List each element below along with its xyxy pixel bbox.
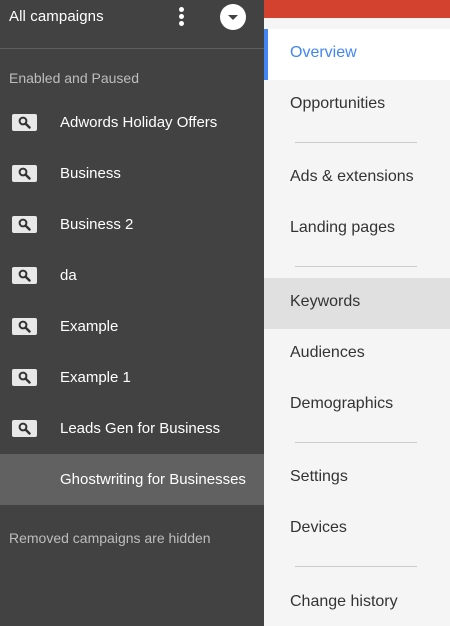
nav-item-label: Ads & extensions: [290, 168, 414, 185]
campaign-name: Ghostwriting for Businesses: [60, 471, 246, 488]
campaign-name: Business: [60, 165, 121, 182]
nav-item-label: Landing pages: [290, 219, 395, 236]
nav-item-overview[interactable]: Overview: [264, 29, 450, 80]
nav-item-ads-extensions[interactable]: Ads & extensions: [264, 153, 450, 204]
nav-item-opportunities[interactable]: Opportunities: [264, 80, 450, 131]
nav-item-settings[interactable]: Settings: [264, 453, 450, 504]
more-options-icon[interactable]: [176, 5, 188, 29]
campaign-name: Leads Gen for Business: [60, 420, 221, 437]
nav-item-keywords[interactable]: Keywords: [264, 278, 450, 329]
search-icon: [12, 165, 37, 182]
section-nav: Overview Opportunities Ads & extensions …: [264, 0, 450, 626]
campaign-item-selected[interactable]: Ghostwriting for Businesses: [0, 454, 264, 505]
campaign-dropdown-button[interactable]: [220, 4, 246, 30]
campaign-drawer: All campaigns Enabled and Paused Adwords…: [0, 0, 264, 626]
search-icon: [12, 216, 37, 233]
nav-item-label: Demographics: [290, 395, 394, 412]
nav-item-label: Audiences: [290, 344, 365, 361]
drawer-title[interactable]: All campaigns: [9, 8, 104, 25]
nav-item-demographics[interactable]: Demographics: [264, 380, 450, 431]
section-label: Enabled and Paused: [9, 70, 139, 86]
search-icon: [12, 267, 37, 284]
nav-item-label: Keywords: [290, 293, 361, 310]
nav-divider: [295, 442, 417, 443]
campaign-item[interactable]: Example 1: [0, 352, 264, 403]
nav-item-label: Opportunities: [290, 95, 386, 112]
campaign-list: Adwords Holiday Offers Business Business…: [0, 97, 264, 505]
app-root: All campaigns Enabled and Paused Adwords…: [0, 0, 450, 626]
campaign-name: Example: [60, 318, 119, 335]
search-icon: [12, 369, 37, 386]
nav-item-landing-pages[interactable]: Landing pages: [264, 204, 450, 255]
campaign-item[interactable]: Business: [0, 148, 264, 199]
search-icon: [12, 318, 37, 335]
nav-item-label: Devices: [290, 519, 347, 536]
campaign-item[interactable]: Example: [0, 301, 264, 352]
drawer-header: All campaigns: [0, 0, 264, 49]
campaign-name: Business 2: [60, 216, 134, 233]
campaign-name: Adwords Holiday Offers: [60, 114, 218, 131]
search-icon: [12, 420, 37, 437]
campaign-name: da: [60, 267, 77, 284]
search-icon: [12, 114, 37, 131]
nav-item-devices[interactable]: Devices: [264, 504, 450, 555]
nav-divider: [295, 266, 417, 267]
campaign-item[interactable]: Leads Gen for Business: [0, 403, 264, 454]
campaign-item[interactable]: Adwords Holiday Offers: [0, 97, 264, 148]
campaign-item[interactable]: Business 2: [0, 199, 264, 250]
nav-item-label: Change history: [290, 593, 398, 610]
nav-divider: [295, 142, 417, 143]
campaign-name: Example 1: [60, 369, 131, 386]
nav-item-audiences[interactable]: Audiences: [264, 329, 450, 380]
nav-divider: [295, 566, 417, 567]
nav-item-change-history[interactable]: Change history: [264, 578, 450, 626]
nav-item-label: Settings: [290, 468, 348, 485]
campaign-item[interactable]: da: [0, 250, 264, 301]
removed-campaigns-note: Removed campaigns are hidden: [9, 530, 211, 546]
nav-item-label: Overview: [290, 44, 357, 61]
top-app-bar: [264, 0, 450, 18]
